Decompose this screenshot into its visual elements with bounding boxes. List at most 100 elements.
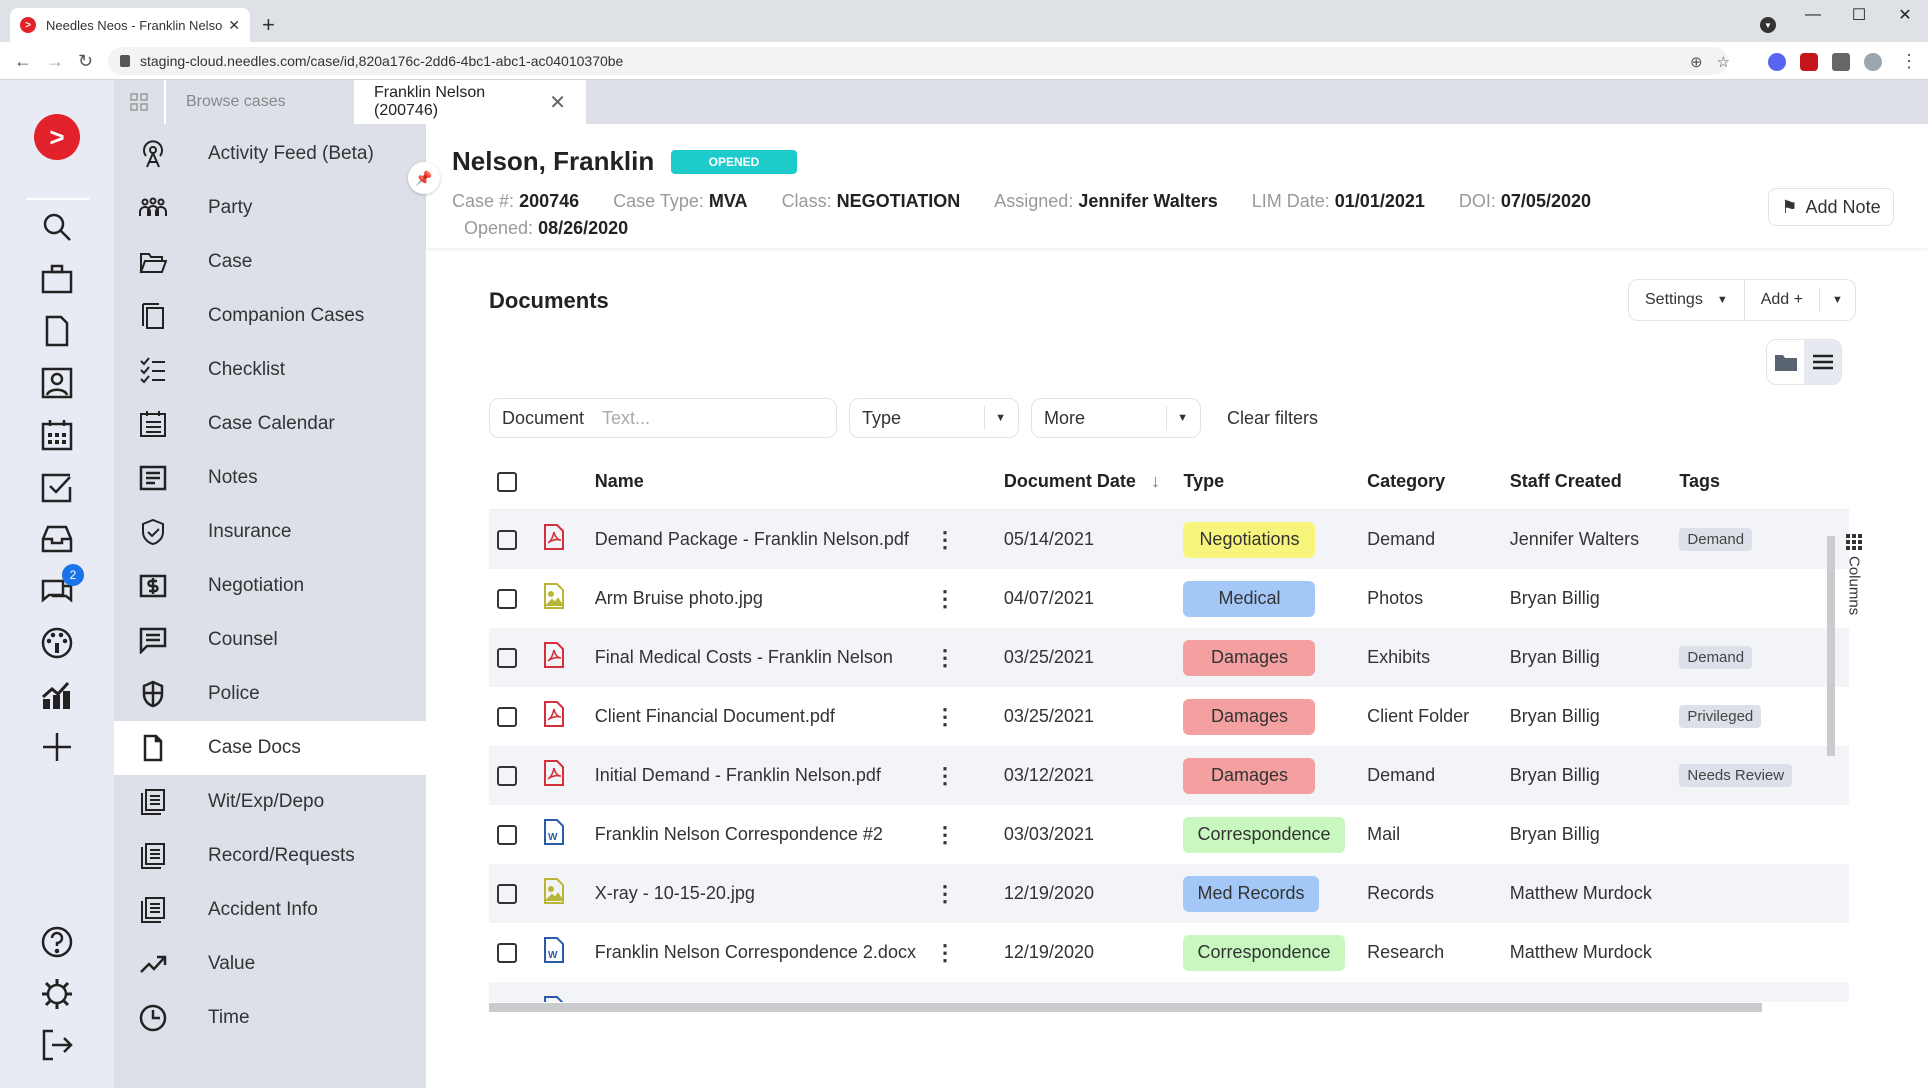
tab-franklin-nelson[interactable]: Franklin Nelson (200746) ✕ <box>354 80 586 124</box>
list-view-icon[interactable] <box>1804 340 1841 384</box>
more-options-icon[interactable]: ⋮ <box>924 940 1004 966</box>
table-row[interactable]: Demand Package - Franklin Nelson.pdf ⋮ 05/… <box>489 510 1849 569</box>
chat-icon[interactable]: 2 <box>38 564 84 610</box>
row-checkbox[interactable] <box>497 765 517 786</box>
type-filter-select[interactable]: Type ▼ <box>849 398 1019 438</box>
menu-item-police[interactable]: Police <box>114 667 426 721</box>
add-dropdown-button[interactable]: ▼ <box>1818 288 1855 312</box>
dashboard-icon[interactable] <box>38 624 76 662</box>
menu-item-insurance[interactable]: Insurance <box>114 505 426 559</box>
more-options-icon[interactable]: ⋮ <box>924 645 1004 671</box>
close-tab-icon[interactable]: ✕ <box>228 17 240 34</box>
table-row[interactable]: Arm Bruise photo.jpg ⋮ 04/07/2021 Medical Ph… <box>489 569 1849 628</box>
clear-filters-link[interactable]: Clear filters <box>1227 408 1318 429</box>
window-close-button[interactable]: ✕ <box>1882 5 1928 25</box>
more-options-icon[interactable]: ⋮ <box>924 881 1004 907</box>
help-icon[interactable] <box>38 923 76 961</box>
tab-search-icon[interactable]: ▼ <box>1760 17 1776 33</box>
browser-tab[interactable]: > Needles Neos - Franklin Nelson ( ✕ <box>10 8 250 42</box>
close-icon[interactable]: ✕ <box>549 90 566 115</box>
more-options-icon[interactable]: ⋮ <box>924 763 1004 789</box>
plus-icon[interactable] <box>38 728 76 766</box>
columns-panel-toggle[interactable]: Columns <box>1839 534 1869 615</box>
back-icon[interactable]: ← <box>14 51 32 72</box>
more-filter-select[interactable]: More ▼ <box>1031 398 1201 438</box>
more-options-icon[interactable]: ⋮ <box>924 822 1004 848</box>
table-row[interactable]: W Franklin Nelson Correspondence 2.docx ⋮ 1… <box>489 923 1849 982</box>
settings-gear-icon[interactable] <box>38 975 76 1013</box>
settings-button[interactable]: Settings ▼ <box>1629 280 1744 320</box>
column-type[interactable]: Type <box>1183 471 1367 492</box>
apps-grid-icon[interactable] <box>114 80 166 124</box>
column-document-date[interactable]: Document Date ↓ <box>1004 471 1184 492</box>
add-button[interactable]: Add + <box>1745 280 1819 320</box>
column-tags[interactable]: Tags <box>1679 471 1849 492</box>
menu-item-accident-info[interactable]: Accident Info <box>114 883 426 937</box>
horizontal-scrollbar[interactable] <box>489 1003 1762 1012</box>
profile-avatar[interactable] <box>1864 53 1882 71</box>
menu-item-party[interactable]: Party <box>114 181 426 235</box>
document-icon[interactable] <box>38 312 76 350</box>
folder-view-icon[interactable] <box>1767 340 1804 384</box>
contact-icon[interactable] <box>38 364 76 402</box>
column-staff-created[interactable]: Staff Created <box>1510 471 1680 492</box>
extension-icon[interactable] <box>1768 53 1786 71</box>
menu-item-checklist[interactable]: Checklist <box>114 343 426 397</box>
url-input[interactable]: staging-cloud.needles.com/case/id,820a17… <box>108 47 1728 75</box>
maximize-button[interactable]: ☐ <box>1836 5 1882 25</box>
logout-icon[interactable] <box>38 1026 76 1064</box>
extensions-puzzle-icon[interactable] <box>1832 53 1850 71</box>
more-options-icon[interactable]: ⋮ <box>924 704 1004 730</box>
table-row[interactable]: W Franklin Nelson Correspondence #2 ⋮ 03/03… <box>489 805 1849 864</box>
document-name[interactable]: Client Financial Document.pdf <box>595 706 924 727</box>
table-row[interactable]: X-ray - 10-15-20.jpg ⋮ 12/19/2020 Med Recor… <box>489 864 1849 923</box>
row-checkbox[interactable] <box>497 529 517 550</box>
document-name[interactable]: Final Medical Costs - Franklin Nelson <box>595 647 924 668</box>
bookmark-star-icon[interactable]: ☆ <box>1717 53 1730 71</box>
row-checkbox[interactable] <box>497 647 517 668</box>
browser-menu-icon[interactable]: ⋮ <box>1900 51 1918 72</box>
tasks-checkbox-icon[interactable] <box>38 468 76 506</box>
row-checkbox[interactable] <box>497 1001 517 1002</box>
document-name[interactable]: Arm Bruise photo.jpg <box>595 588 924 609</box>
menu-item-case[interactable]: Case <box>114 235 426 289</box>
document-search-input[interactable]: Document Text... <box>489 398 837 438</box>
forward-icon[interactable]: → <box>46 51 64 72</box>
menu-item-negotiation[interactable]: Negotiation <box>114 559 426 613</box>
menu-item-time[interactable]: Time <box>114 991 426 1045</box>
inbox-icon[interactable] <box>38 520 76 558</box>
menu-item-record-requests[interactable]: Record/Requests <box>114 829 426 883</box>
menu-item-case-docs[interactable]: Case Docs <box>114 721 426 775</box>
search-icon[interactable] <box>38 208 76 246</box>
new-tab-button[interactable]: + <box>262 12 275 38</box>
column-category[interactable]: Category <box>1367 471 1510 492</box>
table-row[interactable]: Client Financial Document.pdf ⋮ 03/25/2021… <box>489 687 1849 746</box>
column-name[interactable]: Name <box>595 471 924 492</box>
reports-chart-icon[interactable] <box>38 676 76 714</box>
menu-item-wit-exp-depo[interactable]: Wit/Exp/Depo <box>114 775 426 829</box>
menu-item-companion-cases[interactable]: Companion Cases <box>114 289 426 343</box>
add-note-button[interactable]: ⚑ Add Note <box>1768 188 1894 226</box>
menu-item-notes[interactable]: Notes <box>114 451 426 505</box>
menu-item-value[interactable]: Value <box>114 937 426 991</box>
row-checkbox[interactable] <box>497 883 517 904</box>
table-row[interactable]: Final Medical Costs - Franklin Nelson ⋮ 03… <box>489 628 1849 687</box>
minimize-button[interactable]: — <box>1790 6 1836 24</box>
document-name[interactable]: X-ray - 10-15-20.jpg <box>595 883 924 904</box>
select-all-checkbox[interactable] <box>497 471 517 492</box>
menu-item-counsel[interactable]: Counsel <box>114 613 426 667</box>
menu-item-activity-feed-beta[interactable]: Activity Feed (Beta) <box>114 127 426 181</box>
needles-logo[interactable]: > <box>34 114 80 160</box>
row-checkbox[interactable] <box>497 706 517 727</box>
zoom-icon[interactable]: ⊕ <box>1690 53 1703 71</box>
vertical-scrollbar[interactable] <box>1827 536 1835 756</box>
menu-item-case-calendar[interactable]: Case Calendar <box>114 397 426 451</box>
calendar-icon[interactable] <box>38 416 76 454</box>
briefcase-icon[interactable] <box>38 260 76 298</box>
row-checkbox[interactable] <box>497 824 517 845</box>
row-checkbox[interactable] <box>497 942 517 963</box>
row-checkbox[interactable] <box>497 588 517 609</box>
document-name[interactable]: Demand Package - Franklin Nelson.pdf <box>595 529 924 550</box>
document-name[interactable]: Franklin Nelson Correspondence #2 <box>595 824 924 845</box>
document-name[interactable]: Franklin Nelson Correspondence 2.docx <box>595 942 924 963</box>
